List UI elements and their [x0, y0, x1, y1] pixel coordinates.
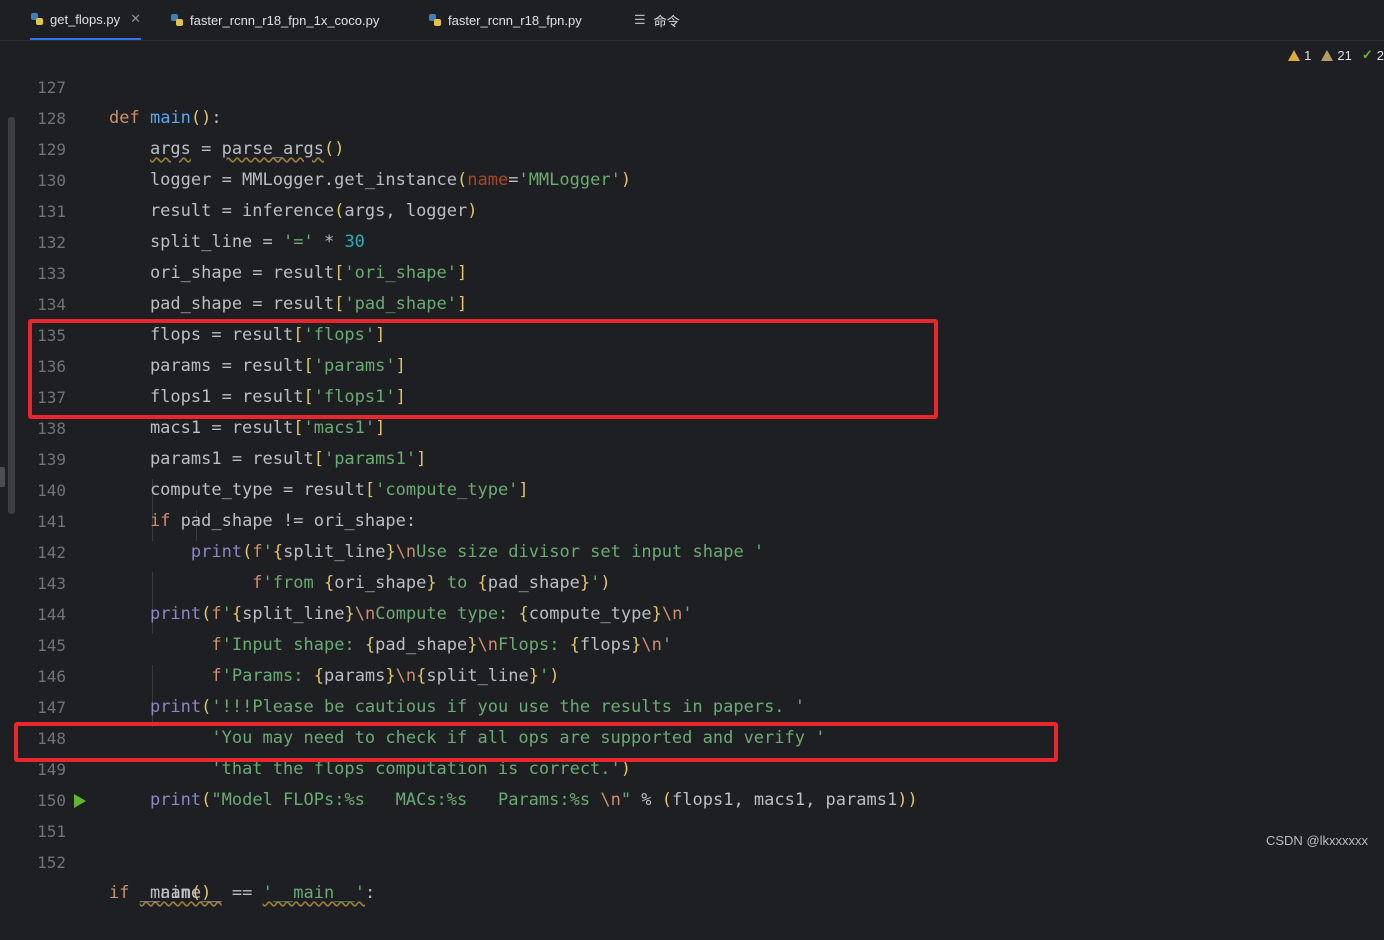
- python-icon: [30, 12, 44, 26]
- code-line: 133 pad_shape = result['pad_shape']: [18, 227, 1384, 314]
- highlight-box-lines-136-138: [28, 319, 938, 419]
- code-line: 140 if pad_shape != ori_shape:: [18, 444, 1384, 531]
- code-line: 130 result = inference(args, logger): [18, 134, 1384, 221]
- code-line: 134 flops = result['flops']: [18, 258, 1384, 345]
- code-line: 143 print(f'{split_line}\nCompute type: …: [18, 537, 1384, 624]
- scrollbar-thumb[interactable]: [8, 117, 15, 514]
- code-line: 144 f'Input shape: {pad_shape}\nFlops: {…: [18, 568, 1384, 655]
- python-icon: [170, 13, 184, 27]
- code-line: 131 split_line = '=' * 30: [18, 165, 1384, 252]
- watermark: CSDN @lkxxxxxx: [1265, 833, 1368, 848]
- editor-tab-bar: get_flops.py ✕ faster_rcnn_r18_fpn_1x_co…: [0, 0, 1384, 41]
- python-icon: [428, 13, 442, 27]
- code-editor[interactable]: 127 def main(): 128 args = parse_args() …: [14, 41, 1384, 903]
- code-line: 148 'that the flops computation is corre…: [18, 692, 1384, 779]
- tab-faster-rcnn-coco[interactable]: faster_rcnn_r18_fpn_1x_coco.py: [170, 0, 379, 40]
- warning-icon: [1288, 49, 1301, 61]
- code-line: 127 def main():: [18, 41, 1384, 128]
- tab-label: faster_rcnn_r18_fpn.py: [448, 12, 582, 28]
- tab-commands[interactable]: ☰ 命令: [634, 0, 680, 40]
- highlight-box-line-149: [14, 722, 1058, 762]
- tab-get-flops[interactable]: get_flops.py ✕: [30, 0, 142, 40]
- code-line: 132 ori_shape = result['ori_shape']: [18, 196, 1384, 283]
- typo-count: 2: [1376, 47, 1384, 63]
- typo-check-icon: ✓: [1361, 47, 1373, 62]
- code-line: 147 'You may need to check if all ops ar…: [18, 661, 1384, 748]
- command-list-icon: ☰: [634, 12, 646, 27]
- warning-count: 1: [1304, 47, 1312, 63]
- code-line: 129 logger = MMLogger.get_instance(name=…: [18, 103, 1384, 190]
- weak-warning-count: 21: [1337, 47, 1352, 63]
- code-line: 146 print('!!!Please be cautious if you …: [18, 630, 1384, 717]
- tab-faster-rcnn-fpn[interactable]: faster_rcnn_r18_fpn.py: [428, 0, 582, 40]
- code-line: 135 params = result['params']: [18, 289, 1384, 376]
- code-line: 151 if __name__ == '__main__':: [18, 785, 1384, 903]
- code-line: 145 f'Params: {params}\n{split_line}'): [18, 599, 1384, 686]
- line-number: 152: [37, 853, 66, 872]
- code-line: 128 args = parse_args(): [18, 72, 1384, 159]
- run-icon[interactable]: [74, 794, 86, 808]
- tab-label: 命令: [653, 13, 680, 29]
- code-text: main(): [109, 883, 212, 903]
- code-line: 152 main(): [18, 816, 1384, 903]
- tab-label: get_flops.py: [50, 11, 121, 27]
- weak-warning-icon: [1321, 49, 1334, 61]
- inspection-widget[interactable]: 1 21 ✓ 2: [1288, 46, 1384, 64]
- code-line: 142 f'from {ori_shape} to {pad_shape}'): [18, 506, 1384, 593]
- code-line: 141 print(f'{split_line}\nUse size divis…: [18, 475, 1384, 562]
- close-icon[interactable]: ✕: [130, 11, 141, 27]
- tab-label: faster_rcnn_r18_fpn_1x_coco.py: [190, 12, 380, 28]
- panel-edge-handle[interactable]: [0, 467, 5, 487]
